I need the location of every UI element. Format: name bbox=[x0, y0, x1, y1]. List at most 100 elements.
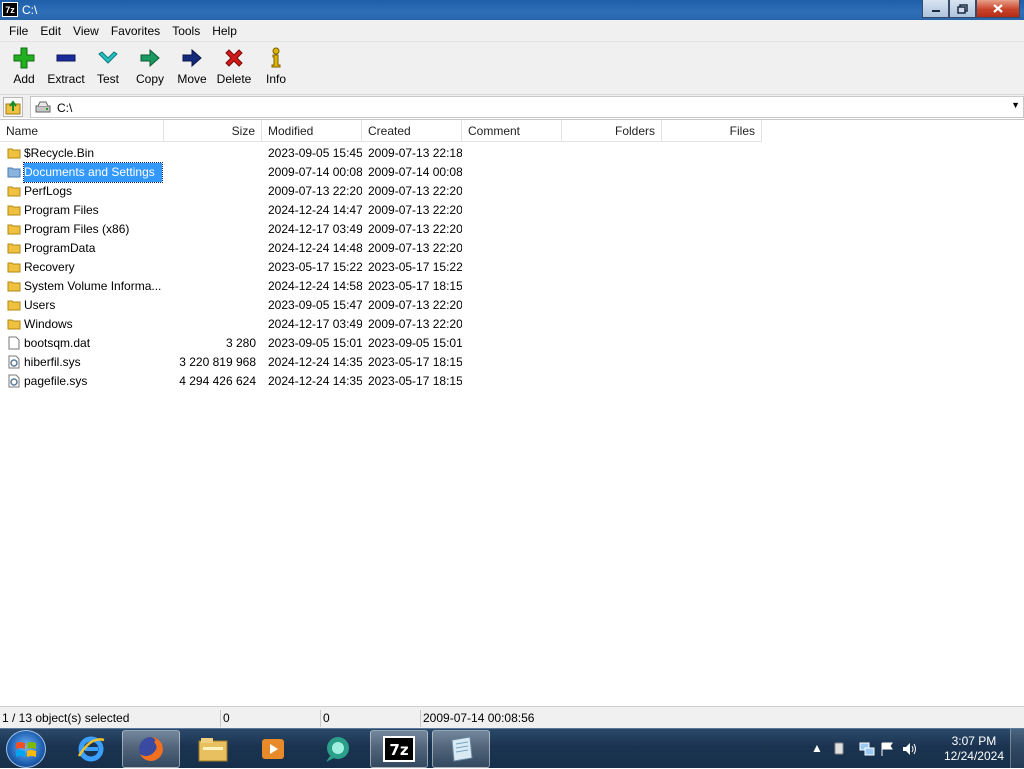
item-created: 2023-09-05 15:01 bbox=[368, 336, 462, 350]
item-size bbox=[164, 182, 256, 201]
list-item[interactable]: $Recycle.Bin 2023-09-05 15:45 2009-07-13 2… bbox=[0, 144, 470, 163]
taskbar-internet-explorer[interactable] bbox=[62, 730, 120, 768]
menu-help[interactable]: Help bbox=[206, 24, 243, 38]
column-name[interactable]: Name bbox=[0, 120, 164, 142]
copy-arrow-icon bbox=[138, 47, 162, 69]
item-name: Users bbox=[24, 298, 56, 312]
column-files[interactable]: Files bbox=[662, 120, 762, 142]
item-name: pagefile.sys bbox=[24, 374, 88, 388]
list-item[interactable]: Users 2023-09-05 15:47 2009-07-13 22:20 bbox=[0, 296, 470, 315]
item-modified: 2009-07-14 00:08 bbox=[268, 165, 362, 179]
item-created: 2009-07-13 22:20 bbox=[368, 222, 462, 236]
minimize-button[interactable] bbox=[922, 0, 949, 18]
title-bar: 7z C:\ bbox=[0, 0, 1024, 20]
delete-label: Delete bbox=[216, 72, 252, 86]
copy-label: Copy bbox=[135, 72, 164, 86]
list-item[interactable]: PerfLogs 2009-07-13 22:20 2009-07-13 22:20 bbox=[0, 182, 470, 201]
item-size bbox=[164, 144, 256, 163]
7zip-icon: 7z bbox=[383, 736, 415, 762]
item-created: 2009-07-13 22:20 bbox=[368, 241, 462, 255]
status-modified: 2009-07-14 00:08:56 bbox=[420, 710, 1020, 727]
taskbar-chat-app[interactable] bbox=[308, 730, 366, 768]
clock[interactable]: 3:07 PM 12/24/2024 bbox=[944, 734, 1004, 764]
info-button[interactable]: Info bbox=[255, 42, 297, 94]
address-dropdown-icon[interactable]: ▼ bbox=[1011, 100, 1020, 110]
extract-button[interactable]: Extract bbox=[45, 42, 87, 94]
item-size bbox=[164, 315, 256, 334]
test-label: Test bbox=[96, 72, 119, 86]
item-modified: 2024-12-24 14:35 bbox=[268, 355, 362, 369]
taskbar-notepad[interactable] bbox=[432, 730, 490, 768]
address-bar: C:\ ▼ bbox=[0, 94, 1024, 118]
list-item[interactable]: bootsqm.dat 3 280 2023-09-05 15:01 2023-09-… bbox=[0, 334, 470, 353]
internet-explorer-icon bbox=[77, 736, 105, 762]
menu-file[interactable]: File bbox=[3, 24, 34, 38]
list-item[interactable]: hiberfil.sys 3 220 819 968 2024-12-24 14:3… bbox=[0, 353, 470, 372]
item-modified: 2024-12-17 03:49 bbox=[268, 222, 362, 236]
status-bar: 1 / 13 object(s) selected 0 0 2009-07-14… bbox=[0, 706, 1024, 728]
show-desktop-button[interactable] bbox=[1010, 729, 1024, 769]
window-controls bbox=[922, 0, 1020, 18]
delete-x-icon bbox=[222, 47, 246, 69]
item-created: 2009-07-14 00:08 bbox=[368, 165, 462, 179]
start-button[interactable] bbox=[6, 730, 46, 768]
column-comment[interactable]: Comment bbox=[462, 120, 562, 142]
item-name: hiberfil.sys bbox=[24, 355, 81, 369]
column-created[interactable]: Created bbox=[362, 120, 462, 142]
file-explorer-icon bbox=[198, 738, 228, 762]
add-button[interactable]: Add bbox=[3, 42, 45, 94]
column-size[interactable]: Size bbox=[164, 120, 262, 142]
list-item[interactable]: Recovery 2023-05-17 15:22 2023-05-17 15:22 bbox=[0, 258, 470, 277]
file-list[interactable]: Name Size Modified Created Comment Folde… bbox=[0, 119, 1024, 706]
close-button[interactable] bbox=[976, 0, 1020, 18]
test-button[interactable]: Test bbox=[87, 42, 129, 94]
menu-favorites[interactable]: Favorites bbox=[105, 24, 166, 38]
list-item[interactable]: Program Files 2024-12-24 14:47 2009-07-13 … bbox=[0, 201, 470, 220]
taskbar-firefox[interactable] bbox=[122, 730, 180, 768]
system-tray: ▲ 3:07 PM 12/24/2024 bbox=[809, 729, 1024, 769]
item-name: Windows bbox=[24, 317, 73, 331]
drive-icon bbox=[35, 101, 51, 113]
list-item[interactable]: Program Files (x86) 2024-12-17 03:49 2009-… bbox=[0, 220, 470, 239]
list-item[interactable]: Documents and Settings 2009-07-14 00:08 20… bbox=[0, 162, 470, 183]
list-item[interactable]: System Volume Informa... 2024-12-24 14:58… bbox=[0, 277, 470, 296]
network-icon[interactable] bbox=[859, 741, 875, 757]
copy-button[interactable]: Copy bbox=[129, 42, 171, 94]
move-button[interactable]: Move bbox=[171, 42, 213, 94]
status-selection: 1 / 13 object(s) selected bbox=[2, 711, 130, 725]
action-center-flag-icon[interactable] bbox=[879, 741, 895, 757]
list-item[interactable]: Windows 2024-12-17 03:49 2009-07-13 22:20 bbox=[0, 315, 470, 334]
item-name: Recovery bbox=[24, 260, 75, 274]
check-icon bbox=[96, 47, 120, 69]
toolbar: Add Extract Test Copy Move Delete Info bbox=[0, 42, 1024, 94]
volume-icon[interactable] bbox=[901, 741, 917, 757]
item-size bbox=[164, 201, 256, 220]
taskbar: 7z ▲ 3:07 PM 12/24/2024 bbox=[0, 728, 1024, 769]
item-modified: 2024-12-24 14:48 bbox=[268, 241, 362, 255]
menu-view[interactable]: View bbox=[67, 24, 105, 38]
address-field[interactable]: C:\ ▼ bbox=[30, 96, 1024, 118]
column-folders[interactable]: Folders bbox=[562, 120, 662, 142]
window-title: C:\ bbox=[22, 3, 38, 17]
taskbar-file-explorer[interactable] bbox=[184, 730, 242, 768]
usb-device-icon[interactable] bbox=[831, 741, 847, 757]
taskbar-media-player[interactable] bbox=[244, 730, 302, 768]
item-modified: 2024-12-24 14:47 bbox=[268, 203, 362, 217]
item-size bbox=[164, 163, 256, 182]
column-modified[interactable]: Modified bbox=[262, 120, 362, 142]
show-hidden-icons-icon[interactable]: ▲ bbox=[809, 741, 825, 757]
notepad-icon bbox=[451, 736, 473, 762]
restore-button[interactable] bbox=[949, 0, 976, 18]
item-modified: 2023-09-05 15:45 bbox=[268, 146, 362, 160]
folder-icon bbox=[7, 279, 21, 293]
taskbar-7zip[interactable]: 7z bbox=[370, 730, 428, 768]
delete-button[interactable]: Delete bbox=[213, 42, 255, 94]
item-modified: 2023-09-05 15:01 bbox=[268, 336, 362, 350]
list-item[interactable]: pagefile.sys 4 294 426 624 2024-12-24 14:3… bbox=[0, 372, 470, 391]
item-created: 2009-07-13 22:20 bbox=[368, 184, 462, 198]
item-modified: 2024-12-24 14:35 bbox=[268, 374, 362, 388]
up-folder-button[interactable] bbox=[3, 97, 23, 117]
menu-tools[interactable]: Tools bbox=[166, 24, 206, 38]
menu-edit[interactable]: Edit bbox=[34, 24, 67, 38]
list-item[interactable]: ProgramData 2024-12-24 14:48 2009-07-13 22… bbox=[0, 239, 470, 258]
